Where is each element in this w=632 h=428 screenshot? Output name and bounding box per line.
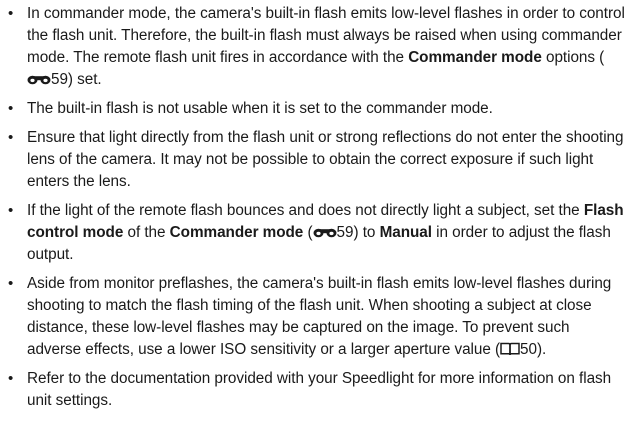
commander-mode-label: Commander mode xyxy=(408,49,542,66)
note-light-entry: • Ensure that light directly from the fl… xyxy=(8,129,624,190)
note-commander-flash: • In commander mode, the camera's built-… xyxy=(8,5,625,88)
bullet: • xyxy=(8,100,14,117)
page-ref[interactable]: 59 xyxy=(51,71,68,88)
note-low-level-flashes: • Aside from monitor preflashes, the cam… xyxy=(8,275,612,358)
bullet: • xyxy=(8,202,14,219)
page-ref[interactable]: 59 xyxy=(337,224,354,241)
note-speedlight-docs: • Refer to the documentation provided wi… xyxy=(8,370,612,409)
bullet: • xyxy=(8,370,14,387)
manual-page: • In commander mode, the camera's built-… xyxy=(0,0,632,428)
commander-mode-label: Commander mode xyxy=(169,224,304,241)
manual-label: Manual xyxy=(379,224,432,241)
notes-list: • In commander mode, the camera's built-… xyxy=(5,3,626,412)
page-ref[interactable]: 50 xyxy=(520,341,537,358)
bullet: • xyxy=(8,129,14,146)
book-icon xyxy=(500,342,520,356)
reference-icon xyxy=(27,74,51,85)
note-bounce-flash: • If the light of the remote flash bounc… xyxy=(8,202,624,263)
note-builtin-flash-unusable: • The built-in flash is not usable when … xyxy=(5,98,626,120)
reference-icon xyxy=(313,227,337,238)
bullet: • xyxy=(8,275,14,292)
bullet: • xyxy=(8,5,14,22)
